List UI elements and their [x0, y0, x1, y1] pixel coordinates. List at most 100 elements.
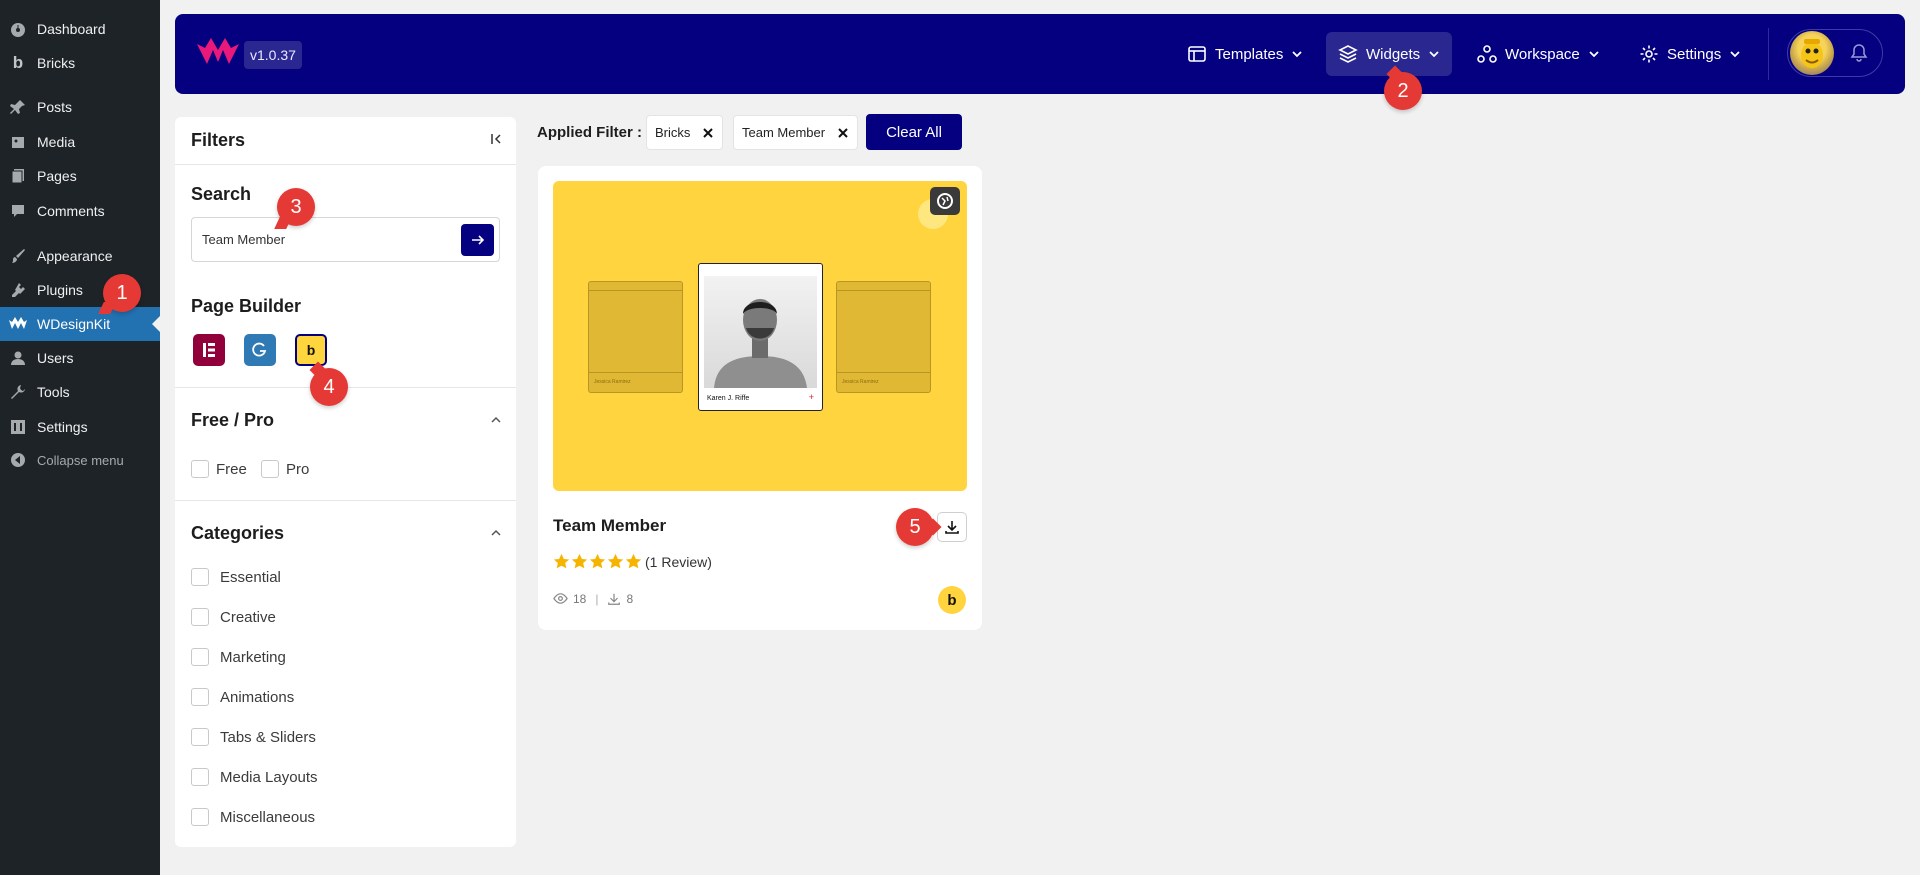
nav-label: Workspace	[1505, 45, 1580, 63]
menu-item-wdesignkit[interactable]: WDesignKit	[0, 307, 160, 341]
collapse-menu-button[interactable]: Collapse menu	[0, 443, 160, 477]
star-icon	[589, 553, 606, 569]
applied-filter-label: Applied Filter :	[537, 124, 642, 141]
plus-icon: +	[808, 392, 814, 402]
download-icon	[945, 521, 959, 534]
menu-label: Users	[37, 350, 74, 366]
category-marketing[interactable]: Marketing	[191, 648, 286, 666]
checkbox[interactable]	[191, 808, 209, 826]
checkbox[interactable]	[191, 568, 209, 586]
nav-settings[interactable]: Settings	[1627, 32, 1753, 76]
star-icon	[553, 553, 570, 569]
chevron-down-icon	[1589, 51, 1599, 58]
search-input[interactable]	[192, 218, 452, 261]
nav-label: Templates	[1215, 45, 1284, 63]
chip-label: Bricks	[655, 125, 691, 140]
comment-icon	[9, 202, 27, 220]
checkbox[interactable]	[191, 768, 209, 786]
category-media-layouts[interactable]: Media Layouts	[191, 768, 318, 786]
category-essential[interactable]: Essential	[191, 568, 281, 586]
filter-chip-bricks: Bricks	[646, 115, 724, 150]
menu-label: WDesignKit	[37, 316, 111, 332]
menu-item-media[interactable]: Media	[0, 125, 160, 159]
dashboard-icon	[9, 20, 27, 38]
search-submit-button[interactable]	[461, 224, 494, 256]
media-icon	[9, 133, 27, 151]
preview-person-name: Karen J. Riffe	[707, 395, 750, 402]
pages-icon	[9, 167, 27, 185]
step-marker-1: 1	[103, 274, 141, 312]
menu-item-comments[interactable]: Comments	[0, 194, 160, 228]
widget-card[interactable]: Jessica Ramirez Jessica Ramirez Karen J.…	[538, 166, 982, 630]
filter-pro[interactable]: Pro	[261, 460, 309, 478]
workspace-icon	[1477, 45, 1497, 63]
checkbox[interactable]	[191, 728, 209, 746]
widget-preview-image[interactable]: Jessica Ramirez Jessica Ramirez Karen J.…	[553, 181, 967, 491]
menu-item-posts[interactable]: Posts	[0, 90, 160, 124]
menu-item-settings[interactable]: Settings	[0, 410, 160, 444]
checkbox-label: Pro	[286, 460, 310, 478]
category-miscellaneous[interactable]: Miscellaneous	[191, 808, 315, 826]
menu-item-pages[interactable]: Pages	[0, 159, 160, 193]
chevron-down-icon	[1292, 51, 1303, 58]
star-icon	[607, 553, 624, 569]
menu-label: Plugins	[37, 282, 83, 298]
download-button[interactable]	[937, 512, 967, 542]
chevron-down-icon	[1730, 51, 1740, 58]
chevron-up-icon[interactable]	[490, 527, 502, 539]
menu-item-users[interactable]: Users	[0, 341, 160, 375]
checkbox[interactable]	[191, 608, 209, 626]
divider	[175, 164, 516, 165]
pin-icon	[9, 98, 27, 116]
avatar[interactable]	[1790, 31, 1834, 75]
widget-title[interactable]: Team Member	[553, 516, 666, 536]
brush-icon	[9, 247, 27, 265]
checkbox[interactable]	[191, 648, 209, 666]
menu-label: Comments	[37, 203, 105, 219]
close-icon[interactable]	[837, 127, 849, 139]
menu-label: Settings	[37, 419, 88, 435]
category-animations[interactable]: Animations	[191, 688, 294, 706]
category-tabs-sliders[interactable]: Tabs & Sliders	[191, 728, 316, 746]
menu-item-appearance[interactable]: Appearance	[0, 239, 160, 273]
nav-widgets[interactable]: Widgets	[1326, 32, 1453, 76]
checkbox-label: Tabs & Sliders	[220, 728, 316, 746]
wdesignkit-icon	[9, 315, 27, 333]
elementor-builder-button[interactable]	[193, 334, 225, 366]
checkbox[interactable]	[191, 460, 209, 478]
gutenberg-builder-button[interactable]	[244, 334, 276, 366]
filters-panel: Filters Search Page Builder b Free / Pro…	[175, 117, 516, 847]
bell-icon[interactable]	[1849, 43, 1869, 63]
settings-icon	[9, 418, 27, 436]
arrow-right-icon	[471, 235, 484, 245]
nav-templates[interactable]: Templates	[1175, 32, 1315, 76]
category-creative[interactable]: Creative	[191, 608, 276, 626]
filters-title: Filters	[191, 130, 246, 150]
checkbox[interactable]	[261, 460, 279, 478]
bricks-icon: b	[306, 342, 316, 358]
menu-item-dashboard[interactable]: Dashboard	[0, 12, 160, 46]
bricks-builder-button[interactable]: b	[295, 334, 327, 366]
search-field	[191, 217, 500, 262]
collapse-icon	[9, 451, 27, 469]
nav-workspace[interactable]: Workspace	[1465, 32, 1612, 76]
bricks-badge: b	[938, 586, 966, 614]
chevron-up-icon[interactable]	[490, 414, 502, 426]
collapse-panel-icon[interactable]	[489, 131, 505, 147]
plugin-icon	[9, 281, 27, 299]
collapse-label: Collapse menu	[37, 452, 124, 468]
menu-label: Dashboard	[37, 21, 106, 37]
layers-icon	[1338, 45, 1358, 63]
chip-label: Team Member	[742, 125, 826, 140]
checkbox[interactable]	[191, 688, 209, 706]
menu-label: Media	[37, 134, 76, 150]
filter-free[interactable]: Free	[191, 460, 247, 478]
view-count: 18	[573, 591, 587, 606]
gear-icon	[1640, 45, 1658, 63]
close-icon[interactable]	[702, 127, 714, 139]
menu-item-bricks[interactable]: b Bricks	[0, 46, 160, 80]
version-badge: v1.0.37	[244, 41, 302, 69]
menu-item-tools[interactable]: Tools	[0, 375, 160, 409]
clear-all-button[interactable]: Clear All	[866, 114, 962, 150]
profile-menu[interactable]	[1787, 29, 1883, 77]
